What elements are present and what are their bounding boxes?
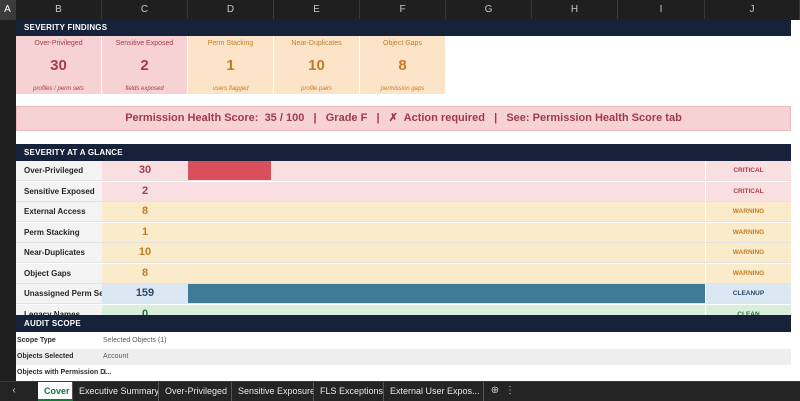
sheet-tab[interactable]: FLS Exceptions xyxy=(314,382,384,401)
severity-row[interactable]: Over-Privileged 30 CRITICAL xyxy=(16,161,791,181)
severity-row[interactable]: Near-Duplicates 10 WARNING xyxy=(16,243,791,263)
column-header-g[interactable]: G xyxy=(446,0,532,20)
severity-bar-track xyxy=(188,161,705,180)
severity-row-name: Near-Duplicates xyxy=(16,243,102,262)
finding-card[interactable]: Object Gaps 8 permission gaps xyxy=(360,36,446,94)
severity-row-name: Unassigned Perm Sets xyxy=(16,284,102,303)
severity-row-count: 2 xyxy=(102,181,188,201)
severity-bar xyxy=(188,284,705,303)
column-header-j[interactable]: J xyxy=(705,0,800,20)
audit-scope-value: 1 xyxy=(103,369,107,376)
severity-row-name: Sensitive Exposed xyxy=(16,181,102,201)
sheet-tab[interactable]: Executive Summary xyxy=(73,382,159,401)
finding-card-value: 1 xyxy=(226,57,235,74)
severity-status-label: CRITICAL xyxy=(706,181,791,201)
health-score-banner: Permission Health Score: 35 / 100 | Grad… xyxy=(16,106,791,131)
severity-status-label: WARNING xyxy=(706,263,791,283)
severity-row[interactable]: Sensitive Exposed 2 CRITICAL xyxy=(16,181,791,202)
column-header-h[interactable]: H xyxy=(532,0,618,20)
sheet-tab-bar: ‹ Cover Executive Summary Over-Privileged S… xyxy=(0,381,800,401)
severity-row-name: Over-Privileged xyxy=(16,161,102,180)
severity-bar-track xyxy=(188,202,705,221)
severity-row-count: 30 xyxy=(102,161,188,180)
severity-bar-track xyxy=(188,263,705,283)
finding-card-value: 10 xyxy=(308,57,325,74)
audit-scope-row[interactable]: Objects Selected Account xyxy=(16,349,791,365)
severity-bar-track xyxy=(188,181,705,201)
severity-row-count: 1 xyxy=(102,222,188,242)
finding-card-label: Near-Duplicates xyxy=(291,40,342,47)
severity-row-name: External Access xyxy=(16,202,102,221)
audit-scope-key: Objects Selected xyxy=(17,353,74,360)
column-header-c[interactable]: C xyxy=(102,0,188,20)
severity-status-label: CRITICAL xyxy=(706,161,791,180)
finding-card-sublabel: profiles / perm sets xyxy=(33,86,84,92)
audit-scope-row[interactable]: Objects with Permission D... 1 xyxy=(16,365,791,381)
finding-card-label: Over-Privileged xyxy=(34,40,83,47)
severity-status-label: WARNING xyxy=(706,222,791,242)
severity-status-label: WARNING xyxy=(706,202,791,221)
column-header-b[interactable]: B xyxy=(16,0,102,20)
audit-scope-row[interactable]: Scope Type Selected Objects (1) xyxy=(16,333,791,349)
audit-scope-value: Account xyxy=(103,353,129,360)
severity-bar-track xyxy=(188,243,705,262)
finding-card-label: Perm Stacking xyxy=(207,40,254,47)
severity-row-name: Perm Stacking xyxy=(16,222,102,242)
finding-card[interactable]: Perm Stacking 1 users flagged xyxy=(188,36,274,94)
audit-scope-key: Scope Type xyxy=(17,337,56,344)
row-header-strip xyxy=(0,20,16,381)
finding-card-sublabel: permission gaps xyxy=(380,86,425,92)
severity-findings-title: SEVERITY FINDINGS xyxy=(16,19,791,36)
sheet-tab[interactable]: External User Expos... xyxy=(384,382,484,401)
column-header-f[interactable]: F xyxy=(360,0,446,20)
audit-scope-key: Objects with Permission D... xyxy=(17,369,112,376)
add-sheet-icon[interactable]: ⊕ xyxy=(488,382,502,401)
severity-row[interactable]: Object Gaps 8 WARNING xyxy=(16,263,791,284)
column-header-e[interactable]: E xyxy=(274,0,360,20)
severity-row-count: 8 xyxy=(102,263,188,283)
severity-row-name: Object Gaps xyxy=(16,263,102,283)
finding-card[interactable]: Near-Duplicates 10 profile pairs xyxy=(274,36,360,94)
finding-card-value: 30 xyxy=(50,57,67,74)
finding-card-label: Sensitive Exposed xyxy=(115,40,174,47)
finding-card-value: 2 xyxy=(140,57,149,74)
column-header-a[interactable]: A xyxy=(0,0,16,20)
severity-row-count: 10 xyxy=(102,243,188,262)
severity-glance-title: SEVERITY AT A GLANCE xyxy=(16,144,791,161)
sheet-tab[interactable]: Sensitive Exposure xyxy=(232,382,314,401)
column-header-d[interactable]: D xyxy=(188,0,274,20)
finding-card-value: 8 xyxy=(398,57,407,74)
severity-bar-track xyxy=(188,284,705,303)
severity-status-label: CLEANUP xyxy=(706,284,791,303)
severity-row[interactable]: Perm Stacking 1 WARNING xyxy=(16,222,791,243)
severity-status-label: WARNING xyxy=(706,243,791,262)
audit-scope-value: Selected Objects (1) xyxy=(103,337,167,344)
severity-bar xyxy=(188,161,271,180)
finding-card-label: Object Gaps xyxy=(383,40,422,47)
finding-card[interactable]: Sensitive Exposed 2 fields exposed xyxy=(102,36,188,94)
finding-card-sublabel: users flagged xyxy=(212,86,249,92)
column-header-i[interactable]: I xyxy=(618,0,705,20)
severity-row[interactable]: Unassigned Perm Sets159 CLEANUP xyxy=(16,284,791,304)
column-header-bar: A B C D E F G H I J xyxy=(0,0,800,20)
audit-scope-title: AUDIT SCOPE xyxy=(16,315,791,332)
sheet-tab[interactable]: Over-Privileged xyxy=(159,382,232,401)
sheet-tab[interactable]: Cover xyxy=(38,382,73,401)
severity-row[interactable]: External Access 8 WARNING xyxy=(16,202,791,222)
finding-card-sublabel: profile pairs xyxy=(300,86,332,92)
more-sheets-icon[interactable]: ⋮ xyxy=(504,382,516,401)
severity-bar-track xyxy=(188,222,705,242)
scroll-tabs-icon[interactable]: ‹ xyxy=(6,382,22,401)
finding-card-sublabel: fields exposed xyxy=(125,86,164,92)
finding-card[interactable]: Over-Privileged 30 profiles / perm sets xyxy=(16,36,102,94)
severity-row-count: 8 xyxy=(102,202,188,221)
severity-row-count: 159 xyxy=(102,284,188,303)
